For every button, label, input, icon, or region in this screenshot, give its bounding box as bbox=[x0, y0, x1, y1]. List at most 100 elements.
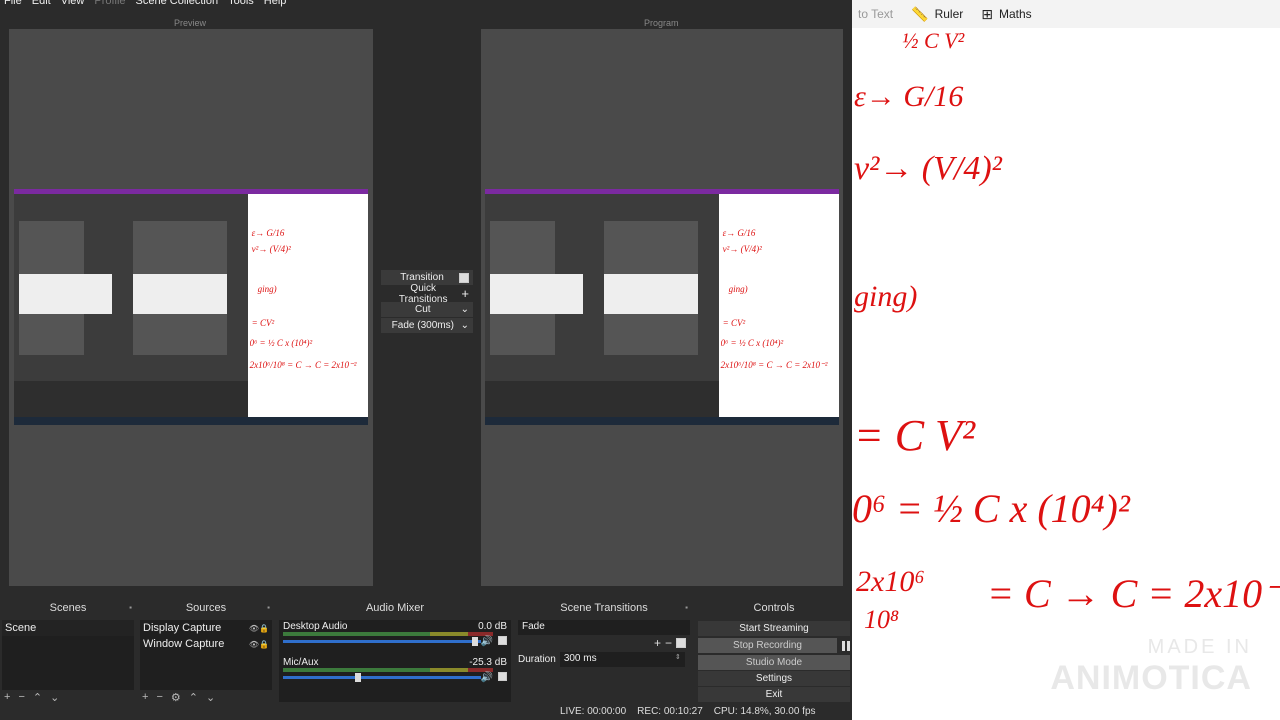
ruler-button[interactable]: 📏 Ruler bbox=[911, 6, 963, 23]
move-up-icon[interactable]: ⌃ bbox=[33, 691, 42, 704]
ink-fragment: 10⁸ bbox=[864, 605, 900, 634]
to-text-button[interactable]: to Text bbox=[858, 7, 893, 21]
fade-button[interactable]: Fade (300ms) ⌄ bbox=[381, 318, 473, 333]
gear-icon[interactable]: ⚙ bbox=[171, 691, 181, 704]
preview-label: Preview bbox=[174, 18, 207, 28]
transition-select[interactable]: Fade bbox=[518, 620, 690, 635]
scenes-dock: Scenes ▪ Scene + − ⌃ ⌄ bbox=[0, 600, 136, 704]
ink-fragment: v²→ (V/4)² bbox=[854, 150, 1002, 187]
ink-fragment: = C → C = 2x10⁻² bbox=[987, 571, 1280, 616]
studio-mode-button[interactable]: Studio Mode bbox=[698, 655, 850, 670]
pause-icon[interactable] bbox=[842, 640, 852, 651]
scene-transitions-dock: Scene Transitions ▪ Fade + − Duration 300… bbox=[516, 600, 692, 704]
preview-display-capture: ε→ G/16 v²→ (V/4)² ging) = CV² 0⁶ = ½ C … bbox=[14, 189, 368, 425]
audio-meter bbox=[283, 632, 493, 636]
volume-knob[interactable] bbox=[472, 637, 479, 646]
menu-help[interactable]: Help bbox=[264, 0, 287, 9]
ink-fragment: 0⁶ = ½ C x (10⁴)² bbox=[852, 486, 1130, 531]
audio-mixer-body: Desktop Audio 0.0 dB 🔊 Mic/Aux -25.3 dB … bbox=[279, 620, 511, 702]
chevron-down-icon[interactable]: ⌄ bbox=[461, 304, 469, 315]
move-up-icon[interactable]: ⌃ bbox=[189, 691, 198, 704]
scenes-title: Scenes ▪ bbox=[49, 602, 132, 614]
add-scene-icon[interactable]: + bbox=[4, 691, 10, 703]
audio-mixer-title: Audio Mixer bbox=[365, 602, 425, 614]
scene-transitions-title: Scene Transitions ▪ bbox=[560, 602, 688, 614]
remove-source-icon[interactable]: − bbox=[156, 691, 162, 703]
controls-dock: Controls Start Streaming Stop Recording … bbox=[696, 600, 852, 704]
menu-bar: File Edit View Profile Scene Collection … bbox=[0, 0, 286, 9]
mixer-channel-desktop: Desktop Audio 0.0 dB 🔊 bbox=[283, 621, 507, 647]
gear-icon[interactable] bbox=[498, 672, 507, 681]
whiteboard-window: to Text 📏 Ruler ⊞ Maths ½ C V² ε→ G/16 v… bbox=[852, 0, 1280, 720]
controls-title: Controls bbox=[753, 602, 795, 614]
menu-view[interactable]: View bbox=[61, 0, 85, 9]
animotica-watermark: MADE IN ANIMOTICA bbox=[1050, 636, 1252, 697]
source-item[interactable]: Window Capture 👁🔒 bbox=[140, 636, 272, 652]
menu-file[interactable]: File bbox=[4, 0, 22, 9]
gear-icon[interactable] bbox=[498, 636, 507, 645]
scenes-toolbar: + − ⌃ ⌄ bbox=[4, 690, 59, 704]
transition-settings-icon[interactable] bbox=[459, 272, 469, 283]
transition-tools: + − bbox=[654, 636, 686, 650]
scenes-list: Scene bbox=[2, 620, 134, 690]
menu-edit[interactable]: Edit bbox=[32, 0, 51, 9]
sources-dock: Sources ▪ Display Capture 👁🔒 Window Captu… bbox=[138, 600, 274, 704]
source-item[interactable]: Display Capture 👁🔒 bbox=[140, 620, 272, 636]
duration-label: Duration bbox=[518, 654, 556, 665]
stop-recording-button[interactable]: Stop Recording bbox=[698, 638, 837, 653]
menu-profile[interactable]: Profile bbox=[94, 0, 125, 9]
duration-input[interactable]: 300 ms ⇕ bbox=[559, 652, 685, 667]
volume-slider[interactable] bbox=[283, 640, 481, 643]
scene-item[interactable]: Scene bbox=[2, 620, 134, 636]
speaker-icon[interactable]: 🔊 bbox=[481, 672, 493, 683]
volume-slider[interactable] bbox=[283, 676, 481, 679]
speaker-icon[interactable]: 🔊 bbox=[481, 636, 493, 647]
duration-row: Duration 300 ms ⇕ bbox=[518, 652, 685, 667]
move-down-icon[interactable]: ⌄ bbox=[206, 691, 215, 704]
sources-list: Display Capture 👁🔒 Window Capture 👁🔒 bbox=[140, 620, 272, 690]
add-icon[interactable]: + bbox=[461, 286, 469, 301]
rec-status: REC: 00:10:27 bbox=[637, 706, 703, 717]
ink-fragment: ε→ G/16 bbox=[854, 80, 964, 113]
add-icon[interactable]: + bbox=[654, 636, 661, 650]
ink-fragment: 2x10⁶ bbox=[856, 565, 925, 598]
program-canvas: ε→ G/16 v²→ (V/4)² ging) = CV² 0⁶ = ½ C … bbox=[481, 29, 843, 586]
settings-button[interactable]: Settings bbox=[698, 671, 850, 686]
ruler-icon: 📏 bbox=[911, 5, 929, 22]
move-down-icon[interactable]: ⌄ bbox=[50, 691, 59, 704]
ink-fragment: = C V² bbox=[854, 411, 976, 460]
remove-icon[interactable]: − bbox=[665, 636, 672, 650]
ink-fragment: ½ C V² bbox=[902, 28, 965, 53]
maths-icon: ⊞ bbox=[981, 5, 993, 22]
mixer-channel-mic: Mic/Aux -25.3 dB 🔊 bbox=[283, 657, 507, 683]
spinner-icon[interactable]: ⇕ bbox=[675, 653, 681, 666]
exit-button[interactable]: Exit bbox=[698, 687, 850, 702]
audio-meter bbox=[283, 668, 493, 672]
preview-canvas[interactable]: ε→ G/16 v²→ (V/4)² ging) = CV² 0⁶ = ½ C … bbox=[9, 29, 373, 586]
ink-fragment: ging) bbox=[854, 280, 918, 313]
cut-button[interactable]: Cut ⌄ bbox=[381, 302, 473, 317]
chevron-down-icon[interactable]: ⌄ bbox=[461, 320, 469, 331]
transition-panel: Transition Quick Transitions + Cut ⌄ Fad… bbox=[381, 270, 473, 334]
sources-title: Sources ▪ bbox=[185, 602, 270, 614]
status-bar: LIVE: 00:00:00 REC: 00:10:27 CPU: 14.8%,… bbox=[560, 706, 816, 717]
start-streaming-button[interactable]: Start Streaming bbox=[698, 621, 850, 636]
cpu-status: CPU: 14.8%, 30.00 fps bbox=[713, 706, 816, 717]
sources-toolbar: + − ⚙ ⌃ ⌄ bbox=[142, 690, 215, 704]
volume-knob[interactable] bbox=[355, 673, 362, 682]
menu-scene-collection[interactable]: Scene Collection bbox=[136, 0, 219, 9]
remove-scene-icon[interactable]: − bbox=[18, 691, 24, 703]
menu-tools[interactable]: Tools bbox=[228, 0, 254, 9]
program-display-capture: ε→ G/16 v²→ (V/4)² ging) = CV² 0⁶ = ½ C … bbox=[485, 189, 839, 425]
live-status: LIVE: 00:00:00 bbox=[560, 706, 627, 717]
maths-button[interactable]: ⊞ Maths bbox=[981, 6, 1031, 23]
quick-transitions-row: Quick Transitions + bbox=[398, 282, 469, 305]
audio-mixer-dock: Audio Mixer Desktop Audio 0.0 dB 🔊 Mic/A… bbox=[277, 600, 513, 704]
gear-icon[interactable] bbox=[676, 638, 686, 648]
whiteboard-toolbar: to Text 📏 Ruler ⊞ Maths bbox=[852, 0, 1280, 28]
visibility-lock-icon[interactable]: 👁🔒 bbox=[249, 640, 269, 649]
obs-window: File Edit View Profile Scene Collection … bbox=[0, 0, 852, 720]
program-label: Program bbox=[644, 18, 679, 28]
add-source-icon[interactable]: + bbox=[142, 691, 148, 703]
visibility-lock-icon[interactable]: 👁🔒 bbox=[249, 624, 269, 633]
